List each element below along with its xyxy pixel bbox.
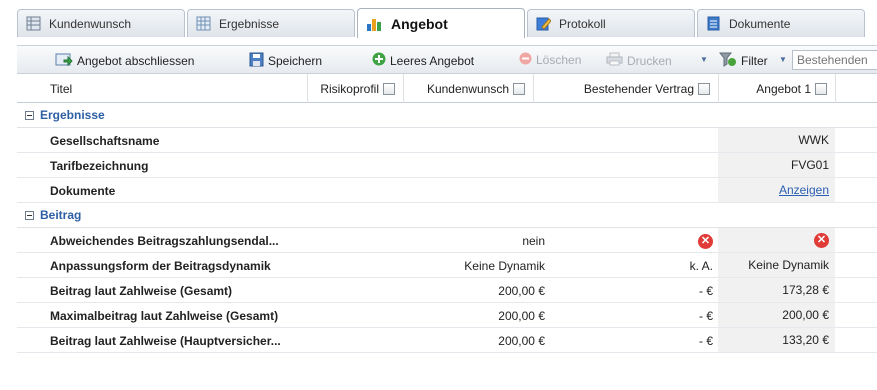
table-row: Dokumente Anzeigen [17, 178, 877, 203]
tab-label: Kundenwunsch [49, 16, 132, 31]
save-button[interactable]: Speichern [249, 52, 322, 70]
empty-offer-button[interactable]: Leeres Angebot [372, 52, 474, 69]
print-dropdown-arrow-icon[interactable]: ▼ [700, 55, 708, 64]
offer-grid: Titel Risikoprofil Kundenwunsch Bestehen… [17, 74, 877, 361]
table-row: Beitrag laut Zahlweise (Hauptversicher..… [17, 328, 877, 353]
table-row: Abweichendes Beitragszahlungsendal... ne… [17, 228, 877, 253]
filter-button[interactable]: Filter [718, 52, 768, 70]
finish-offer-button[interactable]: Angebot abschliessen [55, 52, 194, 69]
print-button[interactable]: Drucken [606, 52, 672, 69]
edit-document-icon [536, 16, 552, 31]
offer-1-value: 200,00 € [718, 303, 835, 327]
column-existing-contract[interactable]: Bestehender Vertrag [533, 74, 718, 103]
table-row: Tarifbezeichnung FVG01 [17, 153, 877, 178]
table-row: Gesellschaftsname WWK [17, 128, 877, 153]
grid-icon [196, 16, 211, 31]
save-icon [249, 52, 264, 70]
customer-wish-value: 200,00 € [498, 309, 545, 323]
tab-dokumente[interactable]: Dokumente [697, 9, 865, 37]
existing-contract-value: k. A. [689, 259, 713, 273]
offer-1-value: WWK [718, 128, 835, 152]
tab-protokoll[interactable]: Protokoll [527, 9, 695, 37]
tab-kundenwunsch[interactable]: Kundenwunsch [17, 9, 185, 37]
search-input[interactable] [792, 50, 877, 70]
bar-chart-icon [366, 15, 383, 32]
delete-icon [519, 52, 532, 68]
table-row: Anpassungsform der Beitragsdynamik Keine… [17, 253, 877, 278]
risk-profile-checkbox[interactable] [383, 82, 395, 95]
existing-contract-value: - € [698, 309, 713, 323]
group-ergebnisse[interactable]: Ergebnisse [17, 103, 877, 128]
customer-wish-value: nein [522, 234, 545, 248]
add-icon [372, 52, 386, 69]
tab-angebot[interactable]: Angebot [357, 8, 525, 38]
group-beitrag[interactable]: Beitrag [17, 203, 877, 228]
offer-1-value: Keine Dynamik [718, 253, 835, 277]
finish-offer-icon [55, 52, 73, 69]
offer-1-value: 173,28 € [718, 278, 835, 302]
delete-button[interactable]: Löschen [519, 52, 581, 68]
table-row: Beitrag laut Zahlweise (Gesamt) 200,00 €… [17, 278, 877, 303]
offer-1-value: ✕ [718, 228, 835, 252]
table-row-partial [17, 353, 877, 361]
document-icon [706, 16, 721, 31]
customer-wish-value: 200,00 € [498, 334, 545, 348]
collapse-icon[interactable] [25, 110, 34, 120]
tab-ergebnisse[interactable]: Ergebnisse [187, 9, 355, 37]
show-documents-link[interactable]: Anzeigen [779, 183, 829, 197]
x-icon: ✕ [814, 232, 829, 248]
x-icon: ✕ [698, 234, 713, 249]
tab-bar: Kundenwunsch Ergebnisse Angebot Protokol… [0, 0, 877, 38]
column-risk-profile[interactable]: Risikoprofil [307, 74, 403, 103]
offer-1-cell: Anzeigen [718, 178, 835, 202]
tab-label: Ergebnisse [219, 16, 280, 31]
offer-1-value: FVG01 [718, 153, 835, 177]
filter-dropdown-arrow-icon[interactable]: ▼ [779, 55, 787, 64]
existing-contract-value: - € [698, 284, 713, 298]
tab-label: Angebot [391, 15, 448, 32]
offer-1-value: 133,20 € [718, 328, 835, 352]
toolbar: Angebot abschliessen Speichern Leeres An… [17, 45, 877, 74]
column-spacer [835, 74, 877, 103]
filter-icon [718, 52, 737, 70]
existing-contract-value: - € [698, 334, 713, 348]
column-offer-1[interactable]: Angebot 1 [718, 74, 835, 103]
offer-1-checkbox[interactable] [815, 82, 827, 95]
grid-header: Titel Risikoprofil Kundenwunsch Bestehen… [17, 74, 877, 103]
table-icon [26, 16, 41, 31]
customer-wish-value: 200,00 € [498, 284, 545, 298]
customer-wish-value: Keine Dynamik [464, 259, 545, 273]
column-customer-wish[interactable]: Kundenwunsch [403, 74, 533, 103]
table-row: Maximalbeitrag laut Zahlweise (Gesamt) 2… [17, 303, 877, 328]
customer-wish-checkbox[interactable] [513, 82, 525, 95]
printer-icon [606, 52, 623, 69]
existing-contract-checkbox[interactable] [698, 82, 710, 95]
existing-contract-value: ✕ [698, 233, 713, 249]
column-title[interactable]: Titel [17, 74, 307, 103]
tab-label: Dokumente [729, 16, 791, 31]
collapse-icon[interactable] [25, 210, 34, 220]
tab-label: Protokoll [559, 16, 606, 31]
